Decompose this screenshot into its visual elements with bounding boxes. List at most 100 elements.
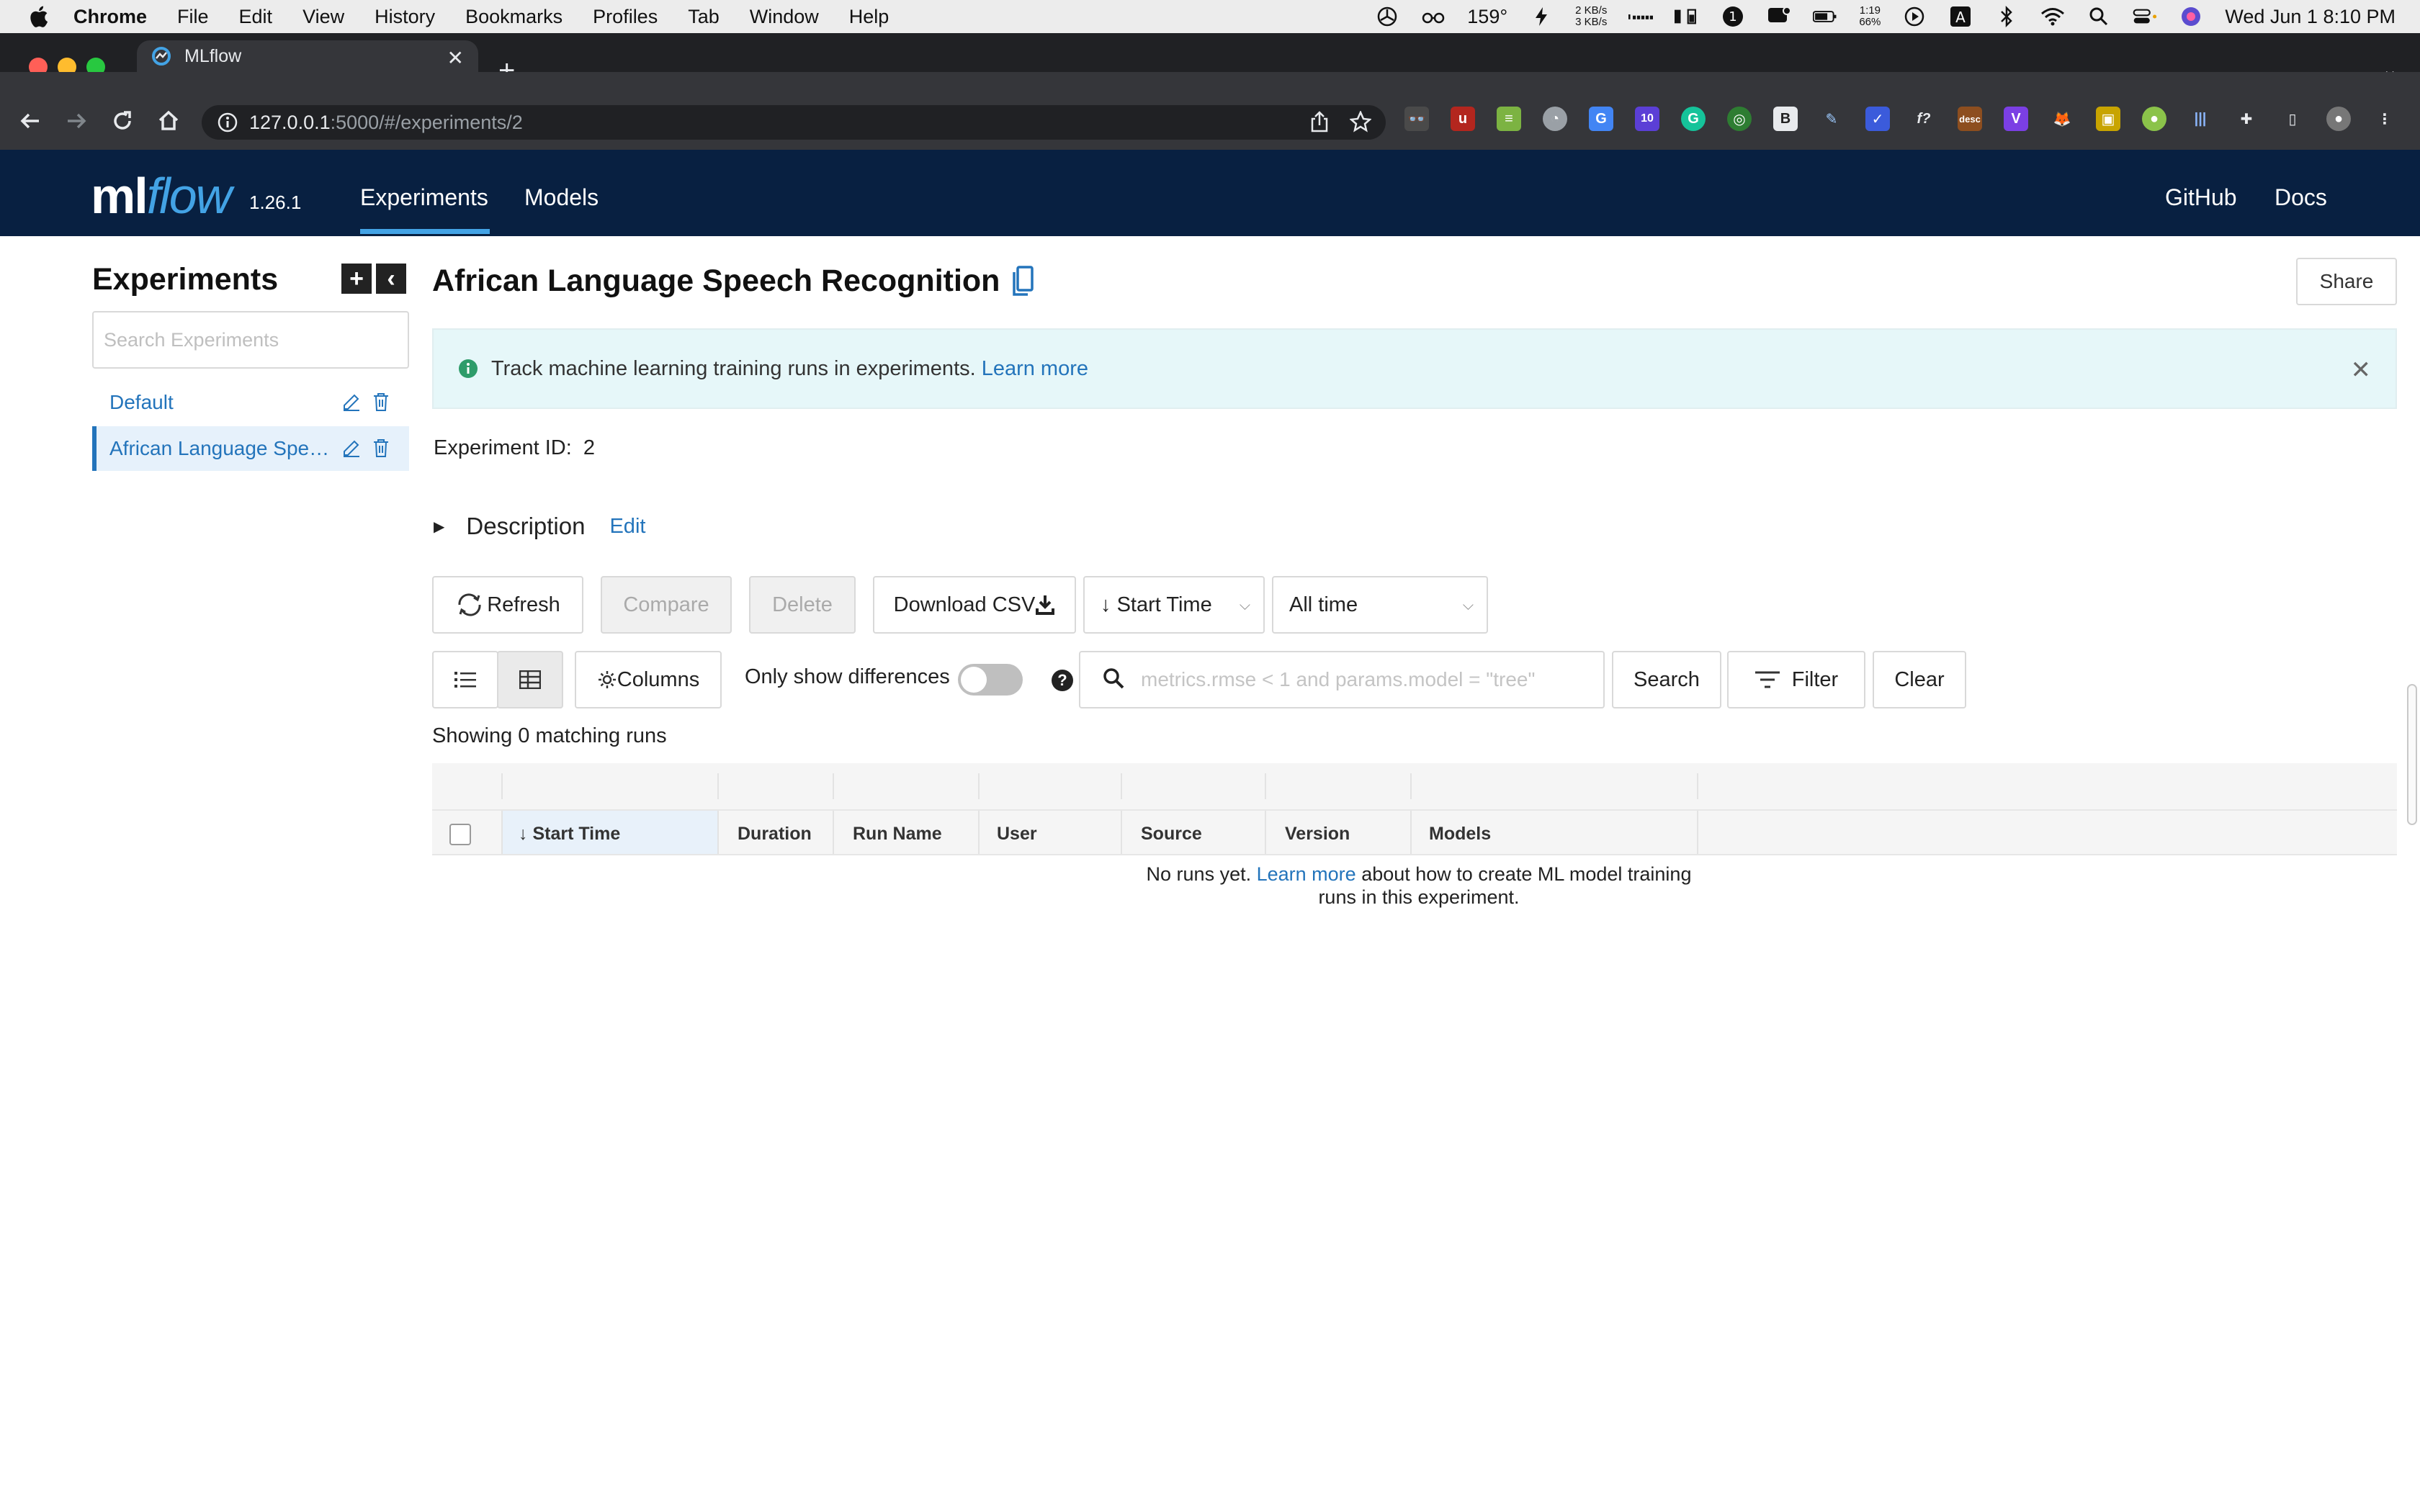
puzzle-extensions-icon[interactable]: ✚ [2234, 107, 2259, 131]
sort-select[interactable]: ↓ Start Time ⌵ [1083, 576, 1265, 634]
siri-icon[interactable] [2179, 6, 2203, 27]
table-view-button[interactable] [497, 651, 563, 708]
function-extension-icon[interactable]: f? [1912, 107, 1936, 131]
glasses-icon[interactable] [1421, 6, 1446, 27]
page-scrollbar-thumb[interactable] [2407, 684, 2417, 825]
notes-extension-icon[interactable]: ≡ [1497, 107, 1521, 131]
expand-caret-icon[interactable]: ▶ [434, 518, 444, 536]
chrome-menu-icon[interactable]: ⋮ [2372, 107, 2397, 131]
target-extension-icon[interactable]: ◎ [1727, 107, 1752, 131]
cooling-fan-icon[interactable] [1375, 6, 1399, 27]
clock[interactable]: Wed Jun 1 8:10 PM [2225, 6, 2396, 28]
create-experiment-button[interactable]: + [341, 264, 372, 294]
mlflow-logo[interactable]: mlflow [91, 167, 232, 225]
memory-meter-icon[interactable] [1675, 6, 1699, 27]
metamask-fox-icon[interactable]: 🦊 [2050, 107, 2074, 131]
nav-models[interactable]: Models [524, 184, 599, 211]
menu-file[interactable]: File [177, 6, 209, 28]
glasses-extension-icon[interactable]: 👓 [1404, 107, 1429, 131]
nav-experiments[interactable]: Experiments [360, 184, 488, 211]
bars-extension-icon[interactable]: ||| [2188, 107, 2213, 131]
column-header-run-name[interactable]: Run Name [853, 824, 942, 845]
delete-icon[interactable] [372, 392, 390, 412]
copy-icon[interactable] [1011, 265, 1034, 297]
cpu-meter-icon[interactable] [1628, 6, 1654, 27]
translate-extension-icon[interactable]: G [1589, 107, 1613, 131]
delete-button[interactable]: Delete [749, 576, 856, 634]
badge-extension-icon[interactable]: 10 [1635, 107, 1659, 131]
reload-icon[interactable] [109, 108, 135, 134]
empty-learn-more-link[interactable]: Learn more [1257, 863, 1356, 885]
help-question-icon[interactable]: ? [1052, 670, 1073, 691]
clear-button[interactable]: Clear [1873, 651, 1966, 708]
description-label[interactable]: Description [466, 513, 585, 540]
network-speed[interactable]: 2 KB/s 3 KB/s [1575, 5, 1607, 28]
search-button[interactable]: Search [1612, 651, 1721, 708]
filter-button[interactable]: Filter [1727, 651, 1865, 708]
description-edit-link[interactable]: Edit [609, 515, 645, 539]
desc-extension-icon[interactable]: desc [1958, 107, 1982, 131]
b-extension-icon[interactable]: B [1773, 107, 1798, 131]
lightning-icon[interactable] [1529, 6, 1554, 27]
experiment-item-default[interactable]: Default [92, 380, 409, 425]
column-header-version[interactable]: Version [1285, 824, 1350, 845]
spotlight-search-icon[interactable] [2087, 6, 2111, 27]
play-icon[interactable] [1902, 6, 1927, 27]
menu-bookmarks[interactable]: Bookmarks [465, 6, 563, 28]
refresh-button[interactable]: Refresh [432, 576, 583, 634]
menu-tab[interactable]: Tab [688, 6, 720, 28]
banner-learn-more-link[interactable]: Learn more [982, 357, 1088, 381]
check-extension-icon[interactable]: ✓ [1865, 107, 1890, 131]
menu-help[interactable]: Help [849, 6, 889, 28]
nav-docs[interactable]: Docs [2275, 184, 2327, 211]
compare-button[interactable]: Compare [601, 576, 732, 634]
column-header-start-time[interactable]: ↓ Start Time [519, 824, 620, 845]
share-button[interactable]: Share [2296, 258, 2397, 305]
box-extension-icon[interactable]: ▣ [2096, 107, 2120, 131]
browser-tab-mlflow[interactable]: MLflow ✕ [137, 40, 478, 72]
control-center-icon[interactable] [2133, 6, 2157, 27]
ublock-extension-icon[interactable]: u [1451, 107, 1475, 131]
search-runs-input[interactable] [1079, 651, 1605, 708]
time-range-select[interactable]: All time ⌵ [1272, 576, 1488, 634]
column-header-source[interactable]: Source [1141, 824, 1202, 845]
side-panel-icon[interactable]: ▯ [2280, 107, 2305, 131]
column-header-user[interactable]: User [997, 824, 1037, 845]
wifi-icon[interactable] [2040, 6, 2065, 27]
experiment-item-african-language[interactable]: African Language Speech Recognition [92, 426, 409, 471]
address-bar[interactable]: 127.0.0.1:5000/#/experiments/2 [202, 105, 1386, 140]
notification-icon[interactable] [1767, 6, 1792, 27]
close-icon[interactable]: ✕ [2351, 356, 2372, 384]
grammarly-extension-icon[interactable]: G [1681, 107, 1706, 131]
only-show-differences-toggle[interactable] [958, 664, 1023, 696]
apple-icon[interactable] [27, 4, 49, 29]
menu-app-name[interactable]: Chrome [73, 6, 147, 28]
nav-github[interactable]: GitHub [2165, 184, 2237, 211]
delete-icon[interactable] [372, 438, 390, 458]
back-arrow-icon[interactable] [17, 108, 43, 134]
column-header-duration[interactable]: Duration [738, 824, 812, 845]
home-icon[interactable] [156, 108, 182, 134]
search-experiments-input[interactable] [92, 311, 409, 369]
select-all-checkbox[interactable] [449, 824, 471, 845]
bookmark-star-icon[interactable] [1349, 109, 1372, 138]
menu-edit[interactable]: Edit [239, 6, 273, 28]
column-header-models[interactable]: Models [1429, 824, 1491, 845]
grammarly-icon[interactable]: 1 [1721, 6, 1745, 27]
menu-view[interactable]: View [302, 6, 344, 28]
tab-close-icon[interactable]: ✕ [447, 46, 464, 70]
collapse-sidebar-button[interactable]: ‹ [376, 264, 406, 294]
v-extension-icon[interactable]: V [2004, 107, 2028, 131]
site-info-icon[interactable] [218, 112, 238, 132]
speed-extension-icon[interactable]: ◔ [1543, 107, 1567, 131]
edit-icon[interactable] [341, 438, 362, 458]
bluetooth-icon[interactable] [1994, 6, 2019, 27]
profile-avatar[interactable]: ● [2326, 107, 2351, 131]
circle-extension-icon[interactable]: ● [2142, 107, 2166, 131]
list-view-button[interactable] [432, 651, 498, 708]
forward-arrow-icon[interactable] [63, 108, 89, 134]
temperature-readout[interactable]: 159° [1467, 6, 1507, 28]
battery-status[interactable]: 1:19 66% [1859, 5, 1881, 28]
edit-icon[interactable] [341, 392, 362, 412]
columns-button[interactable]: Columns [575, 651, 722, 708]
